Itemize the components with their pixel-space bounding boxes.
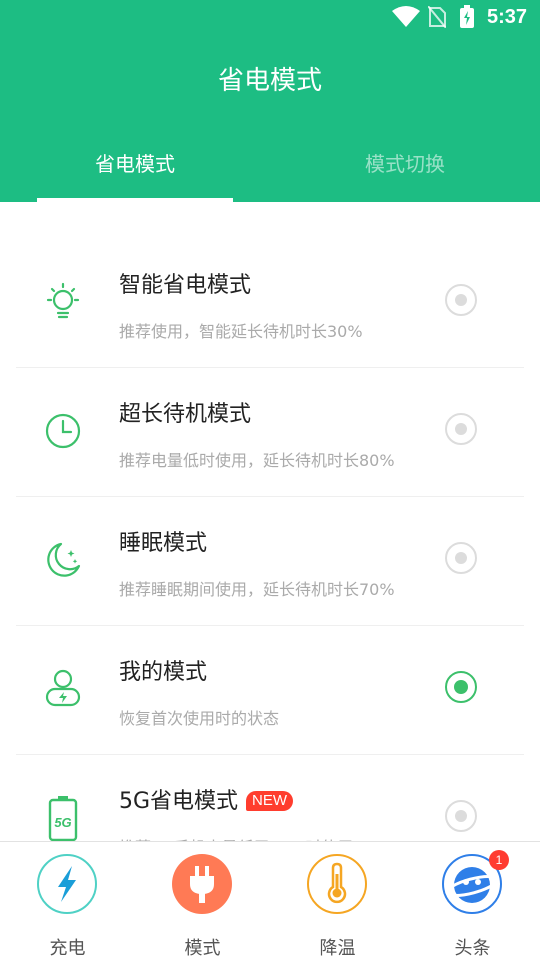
mode-radio[interactable] [445,284,477,316]
mode-radio-selected[interactable] [445,671,477,703]
lightning-icon [58,866,76,902]
wifi-icon [392,6,420,27]
moon-icon [47,542,81,577]
nav-charge[interactable]: 充电 [0,854,135,959]
no-sim-icon [428,6,446,28]
svg-text:5G: 5G [54,815,71,830]
battery-5g-icon: 5G [48,796,78,842]
mode-radio[interactable] [445,413,477,445]
status-bar: 5:37 [0,0,540,36]
mode-description: 推荐睡眠期间使用，延长待机时长70% [119,580,395,599]
mode-name: 5G省电模式 NEW [119,783,294,815]
mode-item-sleep[interactable]: 睡眠模式 推荐睡眠期间使用，延长待机时长70% [16,496,524,626]
clock-icon [45,413,81,449]
mode-item-5g[interactable]: 5G 5G省电模式NEW 推荐5G手机电量低于50%时使用 [16,754,524,842]
mode-radio[interactable] [445,542,477,574]
mode-description: 推荐电量低时使用，延长待机时长80% [119,451,395,470]
nav-label: 模式 [184,938,221,959]
mode-item-my-mode[interactable]: 我的模式 恢复首次使用时的状态 [16,625,524,755]
nav-label: 降温 [319,938,356,959]
battery-charging-icon [460,5,474,28]
nav-mode[interactable]: 模式 [135,854,270,959]
nav-label: 充电 [49,938,86,959]
new-badge: NEW [246,791,294,811]
mode-item-smart[interactable]: 智能省电模式 推荐使用，智能延长待机时长30% [16,238,524,368]
page-title: 省电模式 [217,66,322,96]
user-battery-icon [45,669,81,707]
mode-description: 恢复首次使用时的状态 [119,709,280,728]
lightbulb-icon [46,282,80,319]
clock-time: 5:37 [486,6,527,28]
notification-badge: 1 [489,850,509,870]
bottom-navigation: 充电 模式 降温 1 头条 [0,841,540,961]
thermometer-icon [327,862,347,904]
mode-name: 睡眠模式 [119,531,208,556]
mode-name: 我的模式 [119,660,208,685]
mode-name: 超长待机模式 [119,402,252,427]
active-tab-indicator [37,198,233,202]
nav-label: 头条 [454,938,491,959]
nav-cooling[interactable]: 降温 [270,854,405,959]
mode-list: 智能省电模式 推荐使用，智能延长待机时长30% 超长待机模式 推荐电量低时使用，… [0,238,540,842]
plug-icon [190,866,214,903]
app-header: 5:37 省电模式 省电模式 模式切换 [0,0,540,202]
mode-name: 智能省电模式 [119,273,252,298]
mode-radio[interactable] [445,800,477,832]
mode-item-long-standby[interactable]: 超长待机模式 推荐电量低时使用，延长待机时长80% [16,367,524,497]
tab-mode-switch[interactable]: 模式切换 [270,148,540,177]
nav-headlines[interactable]: 1 头条 [405,850,540,959]
mode-description: 推荐使用，智能延长待机时长30% [119,322,363,341]
tab-power-saving[interactable]: 省电模式 [0,148,270,177]
